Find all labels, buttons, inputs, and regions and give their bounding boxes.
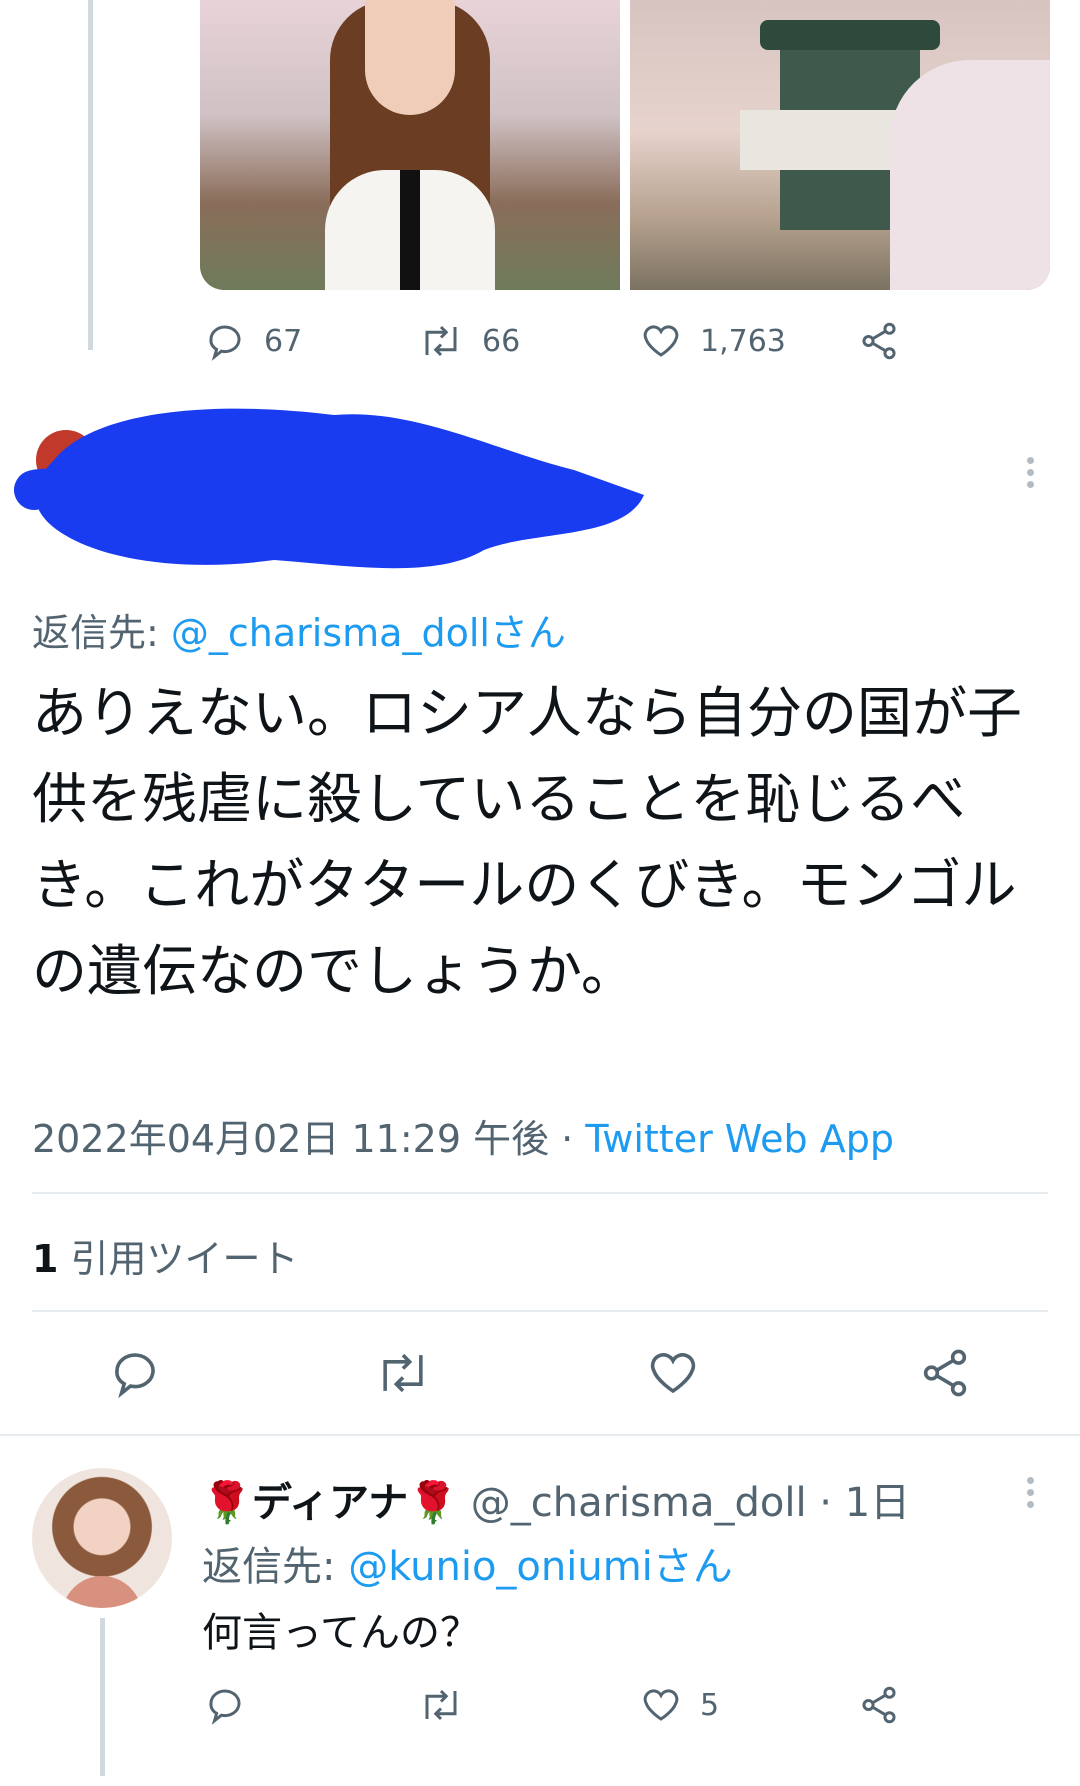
parent-retweet-count: 66 (482, 323, 521, 359)
heart-icon (643, 1689, 679, 1721)
reply-to-label: 返信先: (32, 611, 159, 655)
meta-separator: · (549, 1117, 586, 1161)
quote-count: 1 (32, 1237, 59, 1281)
quote-label: 引用ツイート (70, 1237, 299, 1281)
reply-handle[interactable]: @_charisma_doll (471, 1480, 807, 1526)
parent-like-count: 1,763 (700, 323, 786, 359)
parent-reply-button[interactable]: 67 (204, 320, 302, 362)
heart-icon (650, 1353, 696, 1394)
more-options-icon[interactable] (1015, 452, 1045, 493)
reply-icon (115, 1353, 155, 1399)
share-icon (923, 1349, 967, 1397)
reply-more-options-icon[interactable] (1015, 1472, 1045, 1513)
reply-reply-to-label: 返信先: (202, 1544, 336, 1590)
main-like-button[interactable] (646, 1346, 700, 1400)
reply-reply-to-handle-link[interactable]: @kunio_oniumiさん (348, 1544, 733, 1590)
reply-header: 🌹ディアナ🌹 @_charisma_doll · 1日 (202, 1470, 910, 1528)
tweet-text: ありえない。ロシア人なら自分の国が子供を残虐に殺していることを恥じるべき。これが… (32, 681, 1023, 1003)
rose-emoji-left: 🌹 (202, 1480, 252, 1526)
heart-icon (643, 325, 679, 357)
reply-to-line: 返信先: @_charisma_dollさん (32, 602, 566, 657)
tweet-timestamp[interactable]: 2022年04月02日 11:29 午後 (32, 1117, 549, 1161)
reply-icon (209, 325, 241, 361)
tweet-meta: 2022年04月02日 11:29 午後 · Twitter Web App (32, 1108, 894, 1163)
reply-avatar-shirt (62, 1576, 142, 1608)
tweet-source-link[interactable]: Twitter Web App (585, 1117, 894, 1161)
thread-line-top (88, 0, 93, 350)
quote-tweets-link[interactable]: 1 引用ツイート (32, 1228, 299, 1283)
reply-text: 何言ってんの？ (202, 1610, 480, 1656)
reply-share-button[interactable] (858, 1684, 900, 1726)
retweet-icon (425, 325, 457, 357)
reply-icon (209, 1689, 241, 1725)
censor-scribble (14, 408, 644, 569)
main-reply-button[interactable] (108, 1346, 162, 1400)
reply-time[interactable]: · 1日 (819, 1480, 910, 1526)
divider-1 (32, 1192, 1048, 1194)
photo-portrait-face (365, 0, 455, 115)
share-icon (862, 322, 896, 360)
tweet-photo-portrait[interactable] (200, 0, 620, 290)
reply-reply-button[interactable] (204, 1684, 246, 1726)
thread-line-bottom (100, 1618, 105, 1776)
main-retweet-button[interactable] (374, 1346, 432, 1400)
parent-reply-count: 67 (264, 323, 303, 359)
reply-retweet-button[interactable] (418, 1684, 464, 1726)
reply-reply-to-line: 返信先: @kunio_oniumiさん (202, 1534, 733, 1592)
photo-castle-roof (760, 20, 940, 50)
parent-like-button[interactable]: 1,763 (640, 320, 786, 362)
retweet-icon (425, 1689, 457, 1721)
reply-like-button[interactable]: 5 (640, 1684, 719, 1726)
parent-share-button[interactable] (858, 320, 900, 362)
photo-portrait-trim (400, 170, 420, 290)
rose-emoji-right: 🌹 (408, 1480, 459, 1526)
divider-2 (32, 1310, 1048, 1312)
main-share-button[interactable] (918, 1346, 972, 1400)
reply-display-name[interactable]: ディアナ (252, 1480, 408, 1526)
retweet-icon (383, 1353, 423, 1393)
reply-like-count: 5 (700, 1687, 720, 1723)
tweet-photo-castle[interactable] (630, 0, 1050, 290)
parent-retweet-button[interactable]: 66 (418, 320, 520, 362)
reply-avatar[interactable] (32, 1468, 172, 1608)
section-divider (0, 1434, 1080, 1436)
photo-blossoms (890, 60, 1050, 290)
reply-to-handle-link[interactable]: @_charisma_dollさん (171, 611, 566, 655)
share-icon (862, 1686, 896, 1724)
